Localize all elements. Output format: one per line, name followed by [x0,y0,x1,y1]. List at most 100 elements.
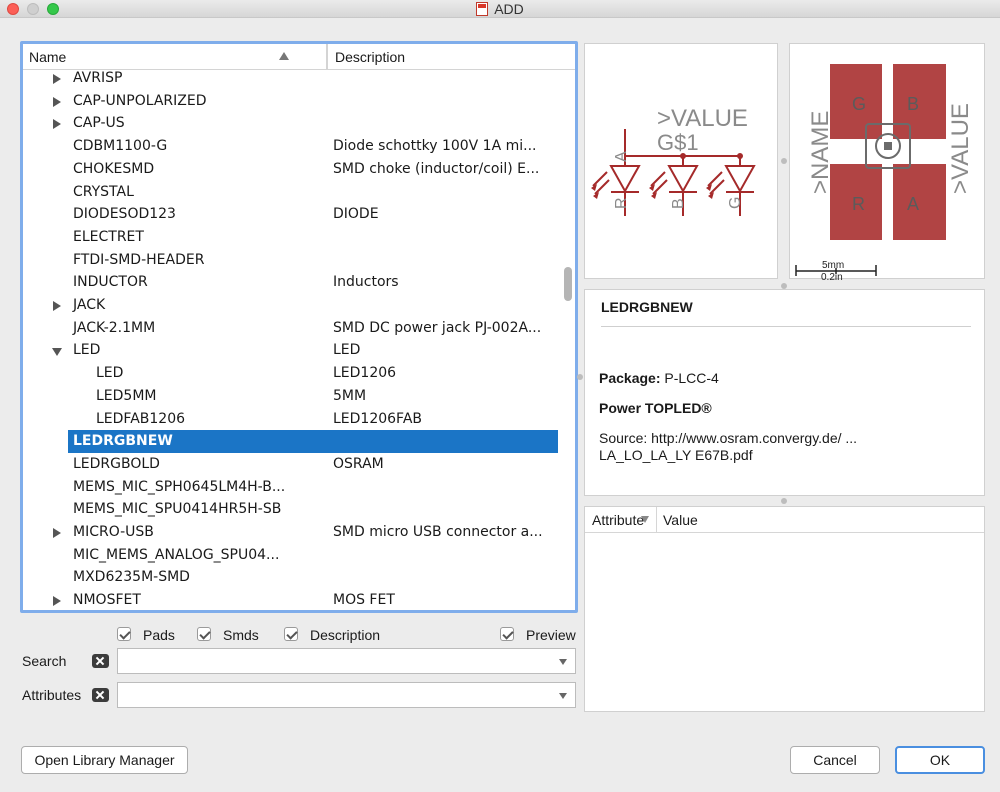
pad-label: A [907,194,919,214]
list-item[interactable]: LEDRGBOLD OSRAM [23,453,561,476]
item-name: JACK [73,297,106,313]
checkbox-checked-icon [117,627,131,641]
source-text: Source: http://www.osram.convergy.de/ ..… [599,430,858,446]
library-tree[interactable]: Name Description AVRISP CAP-UNPOLARIZED CA… [20,41,578,613]
list-item[interactable]: MEMS_MIC_SPH0645LM4H-B... [23,476,561,499]
source-text: LA_LO_LA_LY E67B.pdf [599,447,753,463]
package-name-text: >NAME [807,111,834,194]
disclosure-closed-icon[interactable] [53,74,61,84]
disclosure-closed-icon[interactable] [53,528,61,538]
item-name: LEDRGBOLD [73,455,160,472]
attributes-input[interactable] [122,685,552,705]
list-item[interactable]: LED5MM 5MM [23,385,561,408]
list-item[interactable]: CHOKESMD SMD choke (inductor/coil) E... [23,158,561,181]
package-value-text: >VALUE [947,103,974,194]
column-header-name[interactable]: Name [23,44,327,70]
list-item[interactable]: CRYSTAL [23,181,561,204]
list-item[interactable]: AVRISP [23,71,561,90]
item-name: INDUCTOR [73,274,148,291]
clear-attributes-icon[interactable] [92,688,109,702]
symbol-value-text: >VALUE [657,105,748,132]
pin-label: R [613,197,630,209]
search-input[interactable] [122,651,552,671]
item-name: LED5MM [96,387,157,404]
item-name: MEMS_MIC_SPU0414HR5H-SB [73,501,282,518]
ok-button[interactable]: OK [895,746,985,774]
item-name: MXD6235M-SMD [73,569,190,586]
search-label: Search [22,653,67,669]
attribute-table[interactable]: Attribute Value [584,506,985,712]
list-item[interactable]: LED LED [23,339,561,362]
pad-label: B [907,94,919,114]
disclosure-open-icon[interactable] [52,348,62,357]
pad-label: R [852,194,865,214]
scale-in-text: 0.2in [821,272,843,280]
item-name: LED [73,342,101,359]
list-item[interactable]: INDUCTOR Inductors [23,271,561,294]
list-item[interactable]: MICRO-USB SMD micro USB connector a... [23,521,561,544]
item-description: Diode schottky 100V 1A mi... [333,138,537,155]
column-header-value[interactable]: Value [663,512,698,528]
disclosure-closed-icon[interactable] [53,596,61,607]
vertical-scrollbar[interactable] [564,267,572,301]
clear-search-icon[interactable] [92,654,109,668]
device-info-panel: LEDRGBNEW Package: P-LCC-4 Power TOPLED®… [584,289,985,496]
checkbox-checked-icon [197,627,211,641]
divider [601,326,971,327]
pin-label: A [613,151,630,162]
search-combobox[interactable] [117,648,576,674]
list-item[interactable]: MEMS_MIC_SPU0414HR5H-SB [23,498,561,521]
item-description: OSRAM [333,455,384,472]
disclosure-closed-icon[interactable] [53,119,61,130]
open-library-manager-button[interactable]: Open Library Manager [21,746,188,774]
checkbox-checked-icon [500,627,514,641]
item-description: MOS FET [333,592,395,609]
item-name: LEDFAB1206 [96,410,186,427]
dropdown-arrow-icon[interactable] [559,659,567,665]
splitter-handle[interactable] [781,158,787,164]
plcc4-footprint: >NAME >VALUE G B R A 5mm 0.2in [795,64,974,283]
schematic-icon [476,2,489,16]
item-name: LEDRGBNEW [73,433,173,450]
attribute-table-header: Attribute Value [585,507,984,533]
splitter-handle[interactable] [577,374,583,380]
column-header-description[interactable]: Description [335,49,405,65]
list-item[interactable]: CDBM1100-G Diode schottky 100V 1A mi... [23,135,561,158]
disclosure-closed-icon[interactable] [53,96,61,107]
list-item[interactable]: CAP-US [23,112,561,135]
dropdown-arrow-icon[interactable] [559,693,567,699]
package-label: Package: [599,370,661,386]
list-item[interactable]: MIC_MEMS_ANALOG_SPU04... [23,544,561,567]
list-item[interactable]: LEDFAB1206 LED1206FAB [23,408,561,431]
item-description: LED [333,342,361,359]
list-item[interactable]: LEDRGBNEW [23,430,561,454]
list-item[interactable]: JACK-2.1MM SMD DC power jack PJ-002A... [23,317,561,340]
splitter-handle[interactable] [781,498,787,504]
disclosure-closed-icon[interactable] [53,301,61,311]
item-name: MEMS_MIC_SPH0645LM4H-B... [73,478,286,495]
window-title-text: ADD [494,1,524,17]
cancel-button[interactable]: Cancel [790,746,880,774]
attributes-label: Attributes [22,687,82,703]
list-item[interactable]: MXD6235M-SMD [23,566,561,589]
title-bar: ADD [0,0,1000,18]
sort-descending-icon [641,516,649,523]
list-item[interactable]: ELECTRET [23,226,561,249]
list-item[interactable]: LED LED1206 [23,362,561,385]
list-item[interactable]: DIODESOD123 DIODE [23,203,561,226]
list-item[interactable]: JACK [23,294,561,317]
window-title: ADD [0,1,1000,17]
item-name: JACK-2.1MM [73,319,156,336]
attributes-combobox[interactable] [117,682,576,708]
item-description: LED1206FAB [333,410,423,427]
item-description: SMD DC power jack PJ-002A... [333,319,542,336]
list-item[interactable]: CAP-UNPOLARIZED [23,90,561,113]
list-item[interactable]: NMOSFET MOS FET [23,589,561,610]
item-name: CHOKESMD [73,160,155,177]
item-name: AVRISP [73,71,123,86]
list-item[interactable]: FTDI-SMD-HEADER [23,249,561,272]
device-heading: Power TOPLED® [599,400,712,416]
item-name: DIODESOD123 [73,206,176,223]
tree-rows: AVRISP CAP-UNPOLARIZED CAP-US CDBM1100-G Dio… [23,71,561,610]
package-value: P-LCC-4 [664,370,719,386]
